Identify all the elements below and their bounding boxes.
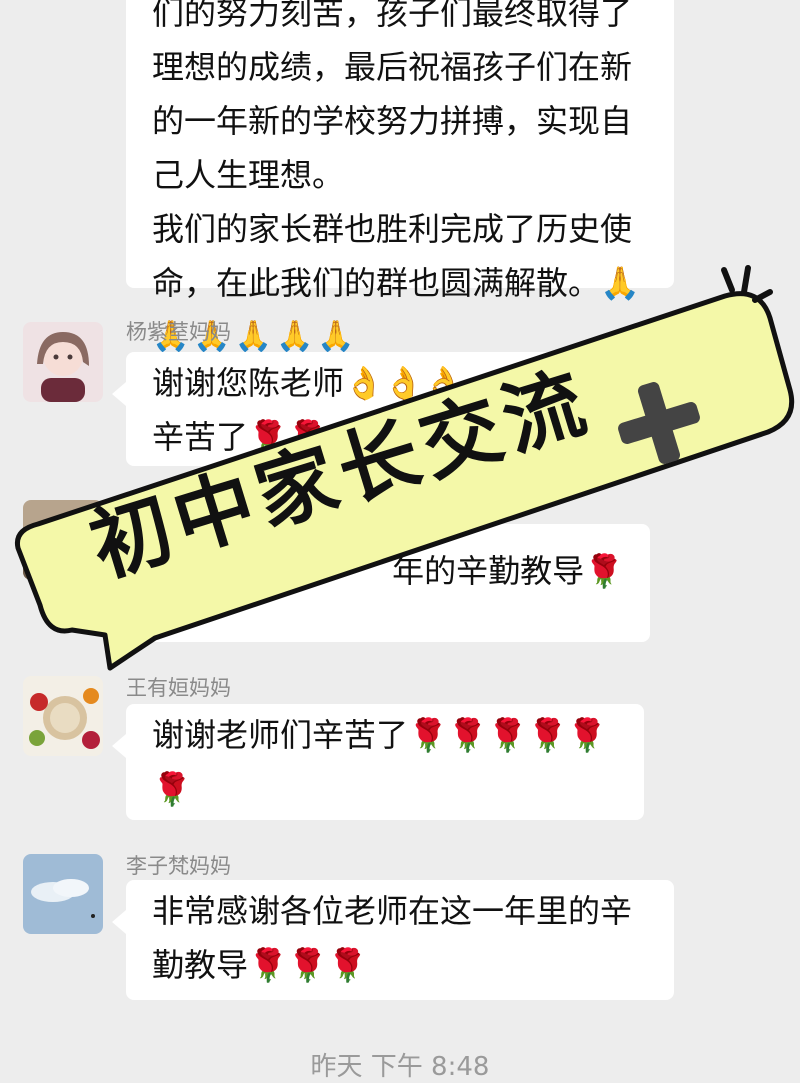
message-line: 辛苦了🌹🌹 [152, 418, 328, 456]
message-line: 🌹 [152, 770, 192, 808]
avatar[interactable] [23, 500, 103, 580]
message-line: 我们的家长群也胜利完成了历史使 [152, 210, 633, 248]
message-bubble[interactable]: 谢谢您陈老师👌👌👌 辛苦了🌹🌹 [112, 352, 556, 466]
message-bubble[interactable]: 们的努力刻苦，孩子们最终取得了 理想的成绩，最后祝福孩子们在新 的一年新的学校努… [126, 0, 674, 354]
bubble-tail [112, 382, 126, 406]
avatar[interactable] [23, 676, 103, 756]
message-line: 谢谢您陈老师👌👌👌 [152, 364, 464, 402]
sender-name: 李子梵妈妈 [126, 854, 231, 878]
bubble-tail [112, 910, 126, 934]
timestamp: 昨天 下午 8:48 [310, 1052, 490, 1082]
sender-name: 杨紫荎妈妈 [126, 320, 231, 344]
message-line: 理想的成绩，最后祝福孩子们在新 [152, 48, 633, 86]
sparkle-lines-icon [721, 265, 773, 303]
message-line: 的一年新的学校努力拼搏，实现自 [152, 102, 633, 140]
message-bubble[interactable]: 谢谢老师们辛苦了🌹🌹🌹🌹🌹 🌹 [112, 704, 644, 820]
bubble-tail [112, 554, 126, 578]
avatar[interactable] [23, 322, 103, 402]
bubble-tail [112, 734, 126, 758]
message-line: 勤教导🌹🌹🌹 [152, 946, 368, 984]
message-line: 年的辛勤教导🌹 [392, 552, 624, 590]
message-bubble[interactable]: 年的辛勤教导🌹 [112, 524, 650, 642]
plus-icon [618, 382, 700, 464]
message-bubble[interactable]: 非常感谢各位老师在这一年里的辛 勤教导🌹🌹🌹 [112, 880, 674, 1000]
message-line: 命，在此我们的群也圆满解散。🙏 [152, 264, 640, 302]
message-line: 己人生理想。 [152, 156, 345, 194]
sender-name: 王有姮妈妈 [126, 676, 231, 700]
avatar[interactable] [23, 854, 103, 934]
message-line: 谢谢老师们辛苦了🌹🌹🌹🌹🌹 [152, 716, 608, 754]
message-line: 非常感谢各位老师在这一年里的辛 [152, 892, 633, 930]
message-line: 们的努力刻苦，孩子们最终取得了 [152, 0, 633, 32]
